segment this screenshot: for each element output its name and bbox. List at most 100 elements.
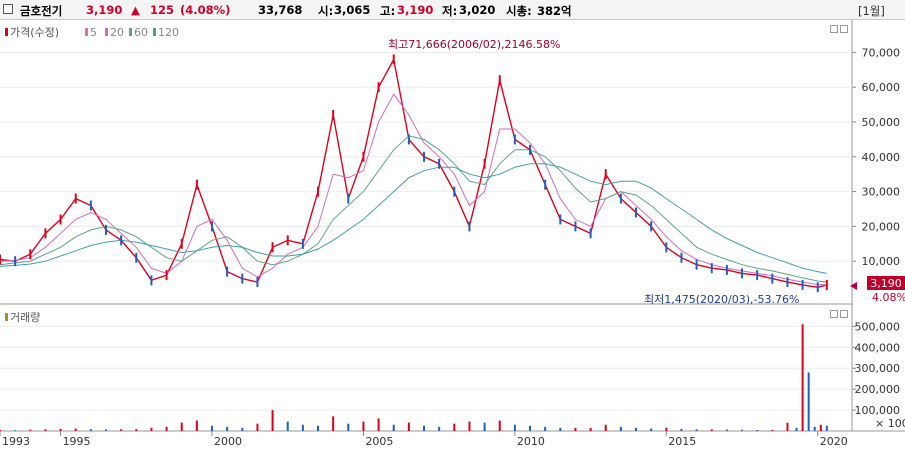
legend-ma20-label: 20 <box>110 26 124 39</box>
price-tick-label: 70,000 <box>862 46 901 59</box>
volume-bar <box>680 428 683 431</box>
volume-bar <box>604 424 607 431</box>
volume-bar <box>529 425 532 431</box>
high-annotation: 최고71,666(2006/02),2146.58% <box>388 38 560 51</box>
volume-bar <box>211 425 214 431</box>
volume-bar <box>786 422 789 431</box>
volume-bar <box>756 429 759 431</box>
volume-bar <box>74 428 77 431</box>
volume-bar <box>423 425 426 431</box>
price-tick-label: 40,000 <box>862 151 901 164</box>
volume-bar <box>635 427 638 431</box>
price-tick-label: 60,000 <box>862 81 901 94</box>
volume-bar <box>438 426 441 431</box>
chart-canvas: 70,000 60,000 50,000 40,000 30,000 20,000 10,0… <box>0 20 905 448</box>
low-annotation: 최저1,475(2020/03),-53.76% <box>644 293 799 306</box>
volume-bar <box>120 429 123 431</box>
x-tick-label: 1993 <box>2 435 30 448</box>
price-panel-minimize-button[interactable] <box>830 25 838 33</box>
volume-tick-label: 500,000 <box>855 320 901 333</box>
volume-bar <box>574 427 577 431</box>
price-panel-bg <box>0 20 852 431</box>
volume-bar <box>105 429 108 431</box>
volume-bar <box>619 426 622 431</box>
volume-bar <box>59 428 62 431</box>
volume-bar <box>286 421 289 431</box>
volume-bar <box>544 426 547 431</box>
volume-bar <box>14 430 17 431</box>
volume-unit: × 100 <box>875 417 905 430</box>
volume-bar <box>725 429 728 431</box>
volume-bar <box>498 420 501 431</box>
x-tick-label: 2000 <box>214 435 242 448</box>
legend-price-swatch <box>5 28 8 36</box>
volume-bar <box>807 372 810 431</box>
volume-bar <box>89 429 92 431</box>
legend-ma120-label: 120 <box>158 26 179 39</box>
x-tick-label: 1995 <box>63 435 91 448</box>
volume-bar <box>135 429 138 431</box>
volume-bar <box>377 418 380 431</box>
legend-ma20-swatch <box>105 28 108 36</box>
legend-ma5-swatch <box>85 28 88 36</box>
volume-bar <box>453 423 456 431</box>
price-tick-label: 30,000 <box>862 186 901 199</box>
legend-price-label: 가격(수정) <box>10 26 59 39</box>
volume-axis: 500,000 400,000 300,000 200,000 100,000 <box>852 320 900 417</box>
volume-panel-maximize-button[interactable] <box>840 310 848 318</box>
volume-bar <box>347 423 350 431</box>
volume-bar <box>741 429 744 431</box>
volume-bar <box>332 416 335 431</box>
legend-ma60-swatch <box>129 28 132 36</box>
legend-ma60-label: 60 <box>134 26 148 39</box>
volume-bar <box>301 424 304 431</box>
volume-bar <box>241 427 244 431</box>
volume-bar <box>195 420 198 431</box>
volume-bar <box>407 422 410 431</box>
volume-bar <box>483 422 486 431</box>
volume-bar <box>665 427 668 431</box>
volume-tick-label: 100,000 <box>855 404 901 417</box>
volume-bar <box>771 429 774 431</box>
x-axis: 1993 1995 2000 2005 2010 2015 2020 <box>0 431 848 448</box>
volume-bar <box>362 421 365 431</box>
x-tick-label: 2015 <box>668 435 696 448</box>
volume-bar <box>29 429 32 431</box>
volume-bar <box>468 421 471 431</box>
volume-bar <box>710 429 713 431</box>
volume-panel-minimize-button[interactable] <box>830 310 838 318</box>
volume-bar <box>0 429 1 431</box>
legend-ma120-swatch <box>153 28 156 36</box>
volume-bar <box>559 427 562 431</box>
volume-bar <box>589 427 592 431</box>
volume-bar <box>150 427 153 431</box>
volume-bar <box>317 425 320 431</box>
volume-bar <box>165 426 168 431</box>
volume-bar <box>271 410 274 431</box>
volume-bar <box>801 324 804 431</box>
volume-bar <box>813 426 816 431</box>
volume-bar <box>819 424 822 431</box>
volume-tick-label: 300,000 <box>855 362 901 375</box>
price-tick-label: 10,000 <box>862 255 901 268</box>
price-tick-label: 20,000 <box>862 220 901 233</box>
x-tick-label: 2010 <box>517 435 545 448</box>
volume-legend: 거래량 <box>5 311 40 324</box>
x-tick-label: 2020 <box>820 435 848 448</box>
volume-bar <box>256 423 259 431</box>
legend-ma5-label: 5 <box>90 26 97 39</box>
volume-tick-label: 400,000 <box>855 341 901 354</box>
volume-bar <box>650 428 653 431</box>
price-tick-label: 50,000 <box>862 116 901 129</box>
last-price-marker: 3,190 4.08% <box>850 276 905 304</box>
volume-bar <box>226 426 229 431</box>
volume-bar <box>180 422 183 431</box>
volume-bar <box>695 429 698 431</box>
volume-tick-label: 200,000 <box>855 383 901 396</box>
volume-bar <box>825 425 828 431</box>
volume-bar <box>795 427 798 431</box>
price-panel-maximize-button[interactable] <box>840 25 848 33</box>
last-price-label: 3,190 <box>870 277 902 290</box>
legend-volume-label: 거래량 <box>10 311 40 324</box>
x-tick-label: 2005 <box>365 435 393 448</box>
